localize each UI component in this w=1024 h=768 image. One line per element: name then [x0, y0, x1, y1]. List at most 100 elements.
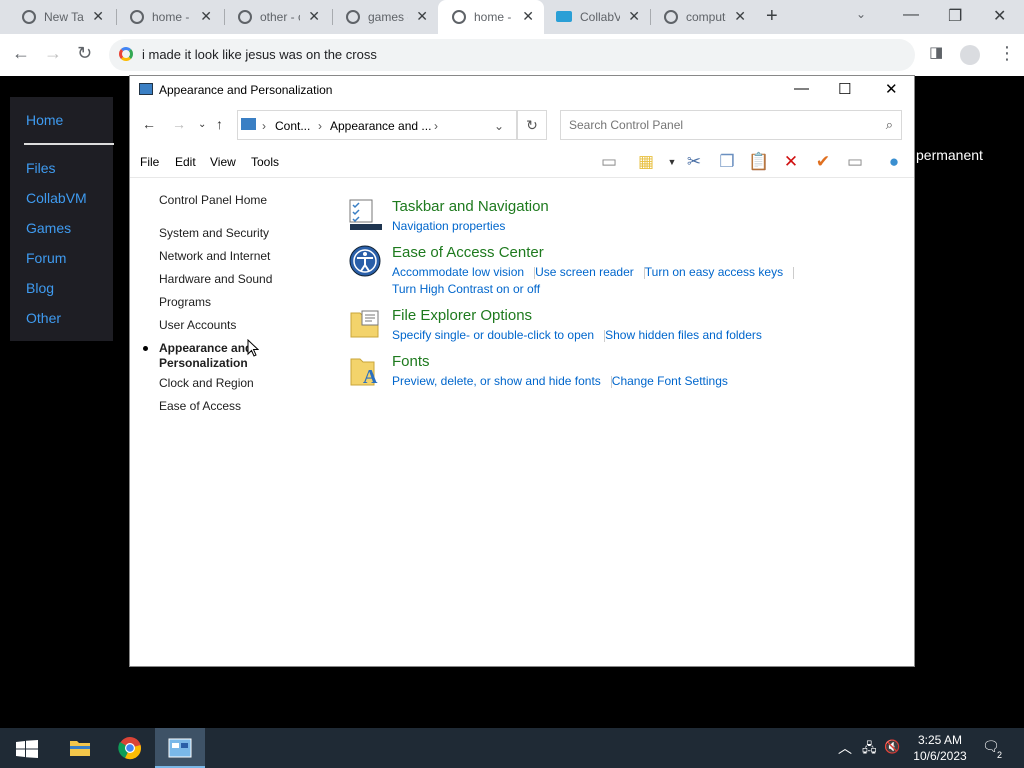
forward-arrow-icon[interactable]: → — [44, 43, 62, 64]
window-maximize-icon[interactable]: ☐ — [838, 80, 851, 98]
close-tab-icon[interactable]: ✕ — [416, 8, 428, 25]
breadcrumb-control-panel[interactable]: Cont... — [275, 119, 310, 133]
left-pane-system-and-security[interactable]: System and Security — [159, 226, 289, 241]
minimize-icon[interactable]: — — [903, 6, 919, 24]
search-box[interactable]: ⌕ — [560, 110, 902, 140]
turn-on-easy-access-keys-link[interactable]: Turn on easy access keys — [645, 265, 783, 279]
left-pane-hardware-and-sound[interactable]: Hardware and Sound — [159, 272, 289, 287]
site-nav-games[interactable]: Games — [26, 220, 71, 236]
reload-icon[interactable]: ↻ — [77, 43, 92, 64]
use-screen-reader-link[interactable]: Use screen reader — [535, 265, 634, 279]
side-panel-icon[interactable]: ◨ — [929, 43, 943, 61]
window-titlebar[interactable]: Appearance and Personalization — ☐ ✕ — [130, 76, 914, 104]
site-nav-blog[interactable]: Blog — [26, 280, 54, 296]
refresh-button[interactable]: ↻ — [517, 110, 547, 140]
close-tab-icon[interactable]: ✕ — [522, 8, 534, 25]
forward-arrow-icon[interactable]: → — [172, 116, 186, 132]
tab-new-tab[interactable]: New Tab ✕ — [8, 0, 114, 34]
menu-tools[interactable]: Tools — [251, 155, 279, 169]
properties-icon[interactable]: ▭ — [844, 152, 866, 172]
restore-icon[interactable]: ❐ — [948, 6, 962, 26]
category-title[interactable]: Fonts — [392, 353, 430, 370]
control-panel-taskbar-button[interactable] — [155, 728, 205, 768]
paste-icon[interactable]: 📋 — [748, 152, 770, 172]
views-icon[interactable]: ▦ — [635, 152, 657, 172]
category-links: Specify single- or double-click to open S… — [392, 328, 762, 342]
chrome-taskbar-button[interactable] — [105, 728, 155, 768]
close-icon[interactable]: ✕ — [993, 6, 1006, 26]
change-font-settings-link[interactable]: Change Font Settings — [612, 374, 728, 388]
menu-file[interactable]: File — [140, 155, 159, 169]
back-arrow-icon[interactable]: ← — [12, 43, 30, 64]
more-menu-icon[interactable]: ⋮ — [998, 43, 1016, 64]
tab-games[interactable]: games - collabvm ✕ — [332, 0, 438, 34]
internet-explorer-icon[interactable]: ● — [883, 152, 905, 172]
site-nav-home[interactable]: Home — [26, 112, 63, 128]
notification-count-badge: 2 — [997, 750, 1003, 760]
window-minimize-icon[interactable]: — — [794, 80, 809, 97]
control-panel-icon — [168, 738, 192, 758]
menu-edit[interactable]: Edit — [175, 155, 196, 169]
explorer-address-bar[interactable]: › Cont... › Appearance and ... › ⌄ — [237, 110, 517, 140]
new-tab-button[interactable]: + — [766, 5, 778, 28]
show-hidden-files-link[interactable]: Show hidden files and folders — [605, 328, 762, 342]
up-arrow-icon[interactable]: ↑ — [216, 116, 223, 132]
show-hidden-icons-chevron-icon[interactable]: ︿ — [838, 738, 852, 758]
left-pane-programs[interactable]: Programs — [159, 295, 289, 310]
control-panel-home-link[interactable]: Control Panel Home — [159, 193, 289, 208]
single-double-click-link[interactable]: Specify single- or double-click to open — [392, 328, 594, 342]
preview-fonts-link[interactable]: Preview, delete, or show and hide fonts — [392, 374, 601, 388]
left-pane-appearance-and-personalization[interactable]: Appearance and Personalization — [159, 341, 259, 371]
back-arrow-icon[interactable]: ← — [142, 116, 156, 132]
tab-home-active[interactable]: home - collabvm ✕ — [438, 0, 544, 34]
navigation-properties-link[interactable]: Navigation properties — [392, 219, 505, 233]
category-title[interactable]: Ease of Access Center — [392, 244, 544, 261]
tab-collabvm[interactable]: CollabVM ✕ — [544, 0, 650, 34]
site-nav-files[interactable]: Files — [26, 160, 56, 176]
breadcrumb-appearance[interactable]: Appearance and ... — [330, 119, 431, 133]
tab-other[interactable]: other - collabvm ✕ — [224, 0, 330, 34]
category-title[interactable]: Taskbar and Navigation — [392, 198, 549, 215]
tab-computer[interactable]: computer ✕ — [650, 0, 756, 34]
site-nav-other[interactable]: Other — [26, 310, 61, 326]
category-title[interactable]: File Explorer Options — [392, 307, 532, 324]
checkmark-icon[interactable]: ✔ — [812, 152, 834, 172]
control-panel-window: Appearance and Personalization — ☐ ✕ ← →… — [129, 75, 915, 667]
address-bar-text[interactable]: i made it look like jesus was on the cro… — [142, 47, 377, 62]
left-pane-clock-and-region[interactable]: Clock and Region — [159, 376, 289, 391]
windows-start-icon[interactable] — [16, 740, 38, 758]
system-clock[interactable]: 3:25 AM 10/6/2023 — [900, 732, 980, 764]
file-explorer-taskbar-button[interactable] — [55, 728, 105, 768]
close-tab-icon[interactable]: ✕ — [628, 8, 640, 25]
site-nav-collabvm[interactable]: CollabVM — [26, 190, 87, 206]
tab-home[interactable]: home - collabvm ✕ — [116, 0, 222, 34]
delete-icon[interactable]: ✕ — [780, 152, 802, 172]
folder-options-icon — [350, 310, 379, 338]
left-pane-ease-of-access[interactable]: Ease of Access — [159, 399, 289, 414]
left-pane-network-and-internet[interactable]: Network and Internet — [159, 249, 289, 264]
accommodate-low-vision-link[interactable]: Accommodate low vision — [392, 265, 524, 279]
address-dropdown-chevron-icon[interactable]: ⌄ — [494, 119, 504, 133]
volume-muted-icon[interactable]: 🔇 — [884, 739, 900, 755]
cut-icon[interactable]: ✂ — [683, 152, 705, 172]
close-tab-icon[interactable]: ✕ — [308, 8, 320, 25]
preview-pane-icon[interactable]: ▭ — [598, 152, 620, 172]
search-icon[interactable]: ⌕ — [886, 117, 893, 133]
search-input[interactable] — [569, 118, 869, 132]
network-icon[interactable]: 🖧 — [862, 739, 877, 761]
views-dropdown-icon[interactable]: ▼ — [661, 152, 683, 172]
menu-view[interactable]: View — [210, 155, 236, 169]
tab-search-chevron-icon[interactable]: ⌄ — [856, 7, 866, 21]
turn-high-contrast-link[interactable]: Turn High Contrast on or off — [392, 282, 540, 296]
category-links: Preview, delete, or show and hide fonts C… — [392, 374, 728, 388]
site-nav-forum[interactable]: Forum — [26, 250, 66, 266]
copy-icon[interactable]: ❐ — [716, 152, 738, 172]
window-close-icon[interactable]: ✕ — [885, 80, 898, 98]
close-tab-icon[interactable]: ✕ — [200, 8, 212, 25]
address-bar[interactable]: i made it look like jesus was on the cro… — [109, 39, 915, 71]
close-tab-icon[interactable]: ✕ — [734, 8, 746, 25]
recent-locations-chevron-icon[interactable]: ⌄ — [198, 119, 206, 130]
left-pane-user-accounts[interactable]: User Accounts — [159, 318, 289, 333]
close-tab-icon[interactable]: ✕ — [92, 8, 104, 25]
profile-avatar-icon[interactable] — [960, 45, 980, 65]
